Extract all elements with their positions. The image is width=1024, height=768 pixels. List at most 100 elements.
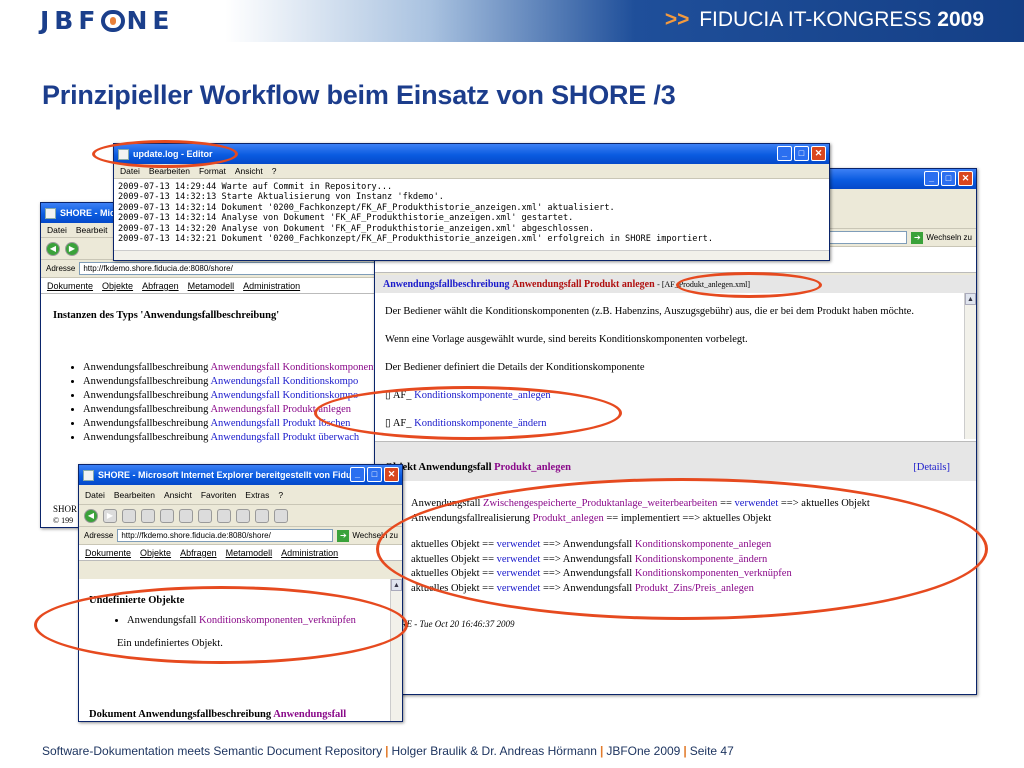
instance-link[interactable]: Anwendungsfall Produkt löschen [210,418,350,429]
menu-favoriten[interactable]: Favoriten [201,490,236,500]
maximize-icon[interactable]: □ [941,171,956,186]
relation-link[interactable]: Produkt_anlegen [533,513,604,524]
log-line: 2009-07-13 14:29:44 Warte auf Commit in … [118,182,393,192]
forward-arrow-icon[interactable]: ▶ [65,241,79,256]
paragraph: Wenn eine Vorlage ausgewählt wurde, sind… [385,334,748,345]
stop-icon[interactable] [122,508,136,523]
menu-ansicht[interactable]: Ansicht [235,166,263,176]
ie-menubar: Datei Bearbeiten Ansicht Favoriten Extra… [79,485,402,505]
nav-objekte[interactable]: Objekte [102,281,133,291]
instance-link[interactable]: Anwendungsfall Konditionskomponenten [210,362,377,373]
slide-title: Prinzipieller Workflow beim Einsatz von … [42,80,676,110]
ie-addressbar: Adresse http://fkdemo.shore.fiducia.de:8… [79,527,402,545]
scroll-up-icon[interactable]: ▲ [965,293,976,305]
print-icon[interactable] [236,508,250,523]
nav-metamodell[interactable]: Metamodell [226,548,273,558]
go-arrow-icon: ➔ [911,231,924,244]
ie-icon [83,469,94,481]
favorites-star-icon[interactable] [274,508,288,523]
close-icon[interactable]: ✕ [384,467,399,482]
menu-help[interactable]: ? [272,166,277,176]
ie-scrollbar[interactable]: ▲ [390,579,402,721]
doc-scrollbar[interactable]: ▲ [964,293,976,439]
ie-address-input[interactable]: http://fkdemo.shore.fiducia.de:8080/shor… [117,529,334,542]
nav-objekte[interactable]: Objekte [140,548,171,558]
relation-link[interactable]: Konditionskomponente_anlegen [635,539,771,550]
instance-link[interactable]: Anwendungsfall Konditionskompo [210,390,358,401]
af-link[interactable]: Konditionskomponente_anlegen [414,390,550,401]
scroll-up-icon[interactable]: ▲ [391,579,402,591]
minimize-icon[interactable]: _ [924,171,939,186]
instance-link[interactable]: Anwendungsfall Produkt anlegen [210,404,351,415]
nav-abfragen[interactable]: Abfragen [180,548,217,558]
list-item: Anwendungsfallbeschreibung Anwendungsfal… [83,361,377,375]
ie-window[interactable]: SHORE - Microsoft Internet Explorer bere… [78,464,403,722]
instance-link[interactable]: Anwendungsfall Produkt überwach [210,432,359,443]
list-item: aktuelles Objekt == verwendet ==> Anwend… [411,553,956,568]
paragraph: Der Bediener definiert die Details der K… [385,362,645,373]
undefined-objects-heading: Undefinierte Objekte [89,595,185,606]
paragraph: Der Bediener wählt die Konditionskompone… [385,306,914,317]
details-link[interactable]: [Details] [913,462,950,473]
list-item: Anwendungsfallrealisierung Produkt_anleg… [411,512,956,527]
editor-window[interactable]: update.log - Editor _ □ ✕ Datei Bearbeit… [113,143,830,261]
maximize-icon[interactable]: □ [367,467,382,482]
editor-hscrollbar[interactable] [114,250,829,260]
instances-heading: Instanzen des Typs 'Anwendungsfallbeschr… [53,310,280,321]
menu-format[interactable]: Format [199,166,226,176]
main-go-button[interactable]: ➔ Wechseln zu [911,231,976,244]
ie-titlebar[interactable]: SHORE - Microsoft Internet Explorer bere… [79,465,402,485]
cut-icon[interactable] [179,508,193,523]
refresh-icon[interactable] [141,508,155,523]
list-item: Anwendungsfallbeschreibung Anwendungsfal… [83,417,365,431]
menu-help[interactable]: ? [278,490,283,500]
menu-datei[interactable]: Datei [47,225,67,235]
list-item: Anwendungsfall Zwischengespeicherte_Prod… [411,497,956,512]
list-item: aktuelles Objekt == verwendet ==> Anwend… [411,567,956,582]
menu-bearbeiten[interactable]: Bearbeiten [149,166,190,176]
editor-textarea[interactable]: 2009-07-13 14:29:44 Warte auf Commit in … [114,179,829,260]
editor-menubar: Datei Bearbeiten Format Ansicht ? [114,164,829,179]
relation-link[interactable]: Produkt_Zins/Preis_anlegen [635,583,754,594]
nav-administration[interactable]: Administration [243,281,300,291]
relation-link[interactable]: Zwischengespeicherte_Produktanlage_weite… [483,498,717,509]
ie-go-button[interactable]: ➔ Wechseln zu [337,529,402,542]
back-copyright: © 199 [53,516,74,525]
back-arrow-icon[interactable]: ◀ [46,241,60,256]
af-link-row: ▯ AF_ Konditionskomponente_anlegen [385,390,551,401]
editor-titlebar[interactable]: update.log - Editor _ □ ✕ [114,144,829,164]
instance-link[interactable]: Anwendungsfall Konditionskompo [210,376,358,387]
instances-list: Anwendungsfallbeschreibung Anwendungsfal… [53,361,377,445]
af-link[interactable]: Konditionskomponente_ändern [414,418,546,429]
nav-abfragen[interactable]: Abfragen [142,281,179,291]
nav-metamodell[interactable]: Metamodell [188,281,235,291]
paste-icon[interactable] [217,508,231,523]
back-address-input[interactable]: http://fkdemo.shore.fiducia.de:8080/shor… [79,262,377,275]
af-link-row: ▯ AF_ Konditionskomponente_ändern [385,418,547,429]
log-line: 2009-07-13 14:32:14 Analyse von Dokument… [118,213,574,224]
menu-datei[interactable]: Datei [85,490,105,500]
menu-extras[interactable]: Extras [245,490,269,500]
nav-administration[interactable]: Administration [281,548,338,558]
menu-bearbeiten[interactable]: Bearbeit [76,225,108,235]
search-icon[interactable] [255,508,269,523]
forward-arrow-icon[interactable]: ▶ [103,508,117,523]
close-icon[interactable]: ✕ [958,171,973,186]
menu-datei[interactable]: Datei [120,166,140,176]
menu-bearbeiten[interactable]: Bearbeiten [114,490,155,500]
copy-icon[interactable] [198,508,212,523]
minimize-icon[interactable]: _ [777,146,792,161]
menu-ansicht[interactable]: Ansicht [164,490,192,500]
nav-dokumente[interactable]: Dokumente [47,281,93,291]
relation-link[interactable]: Konditionskomponente_ändern [635,554,767,565]
close-icon[interactable]: ✕ [811,146,826,161]
relation-link[interactable]: Konditionskomponenten_verknüpfen [635,568,792,579]
home-icon[interactable] [160,508,174,523]
list-item: aktuelles Objekt == verwendet ==> Anwend… [411,538,956,553]
back-arrow-icon[interactable]: ◀ [84,508,98,523]
nav-dokumente[interactable]: Dokumente [85,548,131,558]
undefined-object-link[interactable]: Konditionskomponenten_verknüpfen [199,615,356,626]
minimize-icon[interactable]: _ [350,467,365,482]
jbfone-logo: JBF NE [40,6,175,35]
maximize-icon[interactable]: □ [794,146,809,161]
